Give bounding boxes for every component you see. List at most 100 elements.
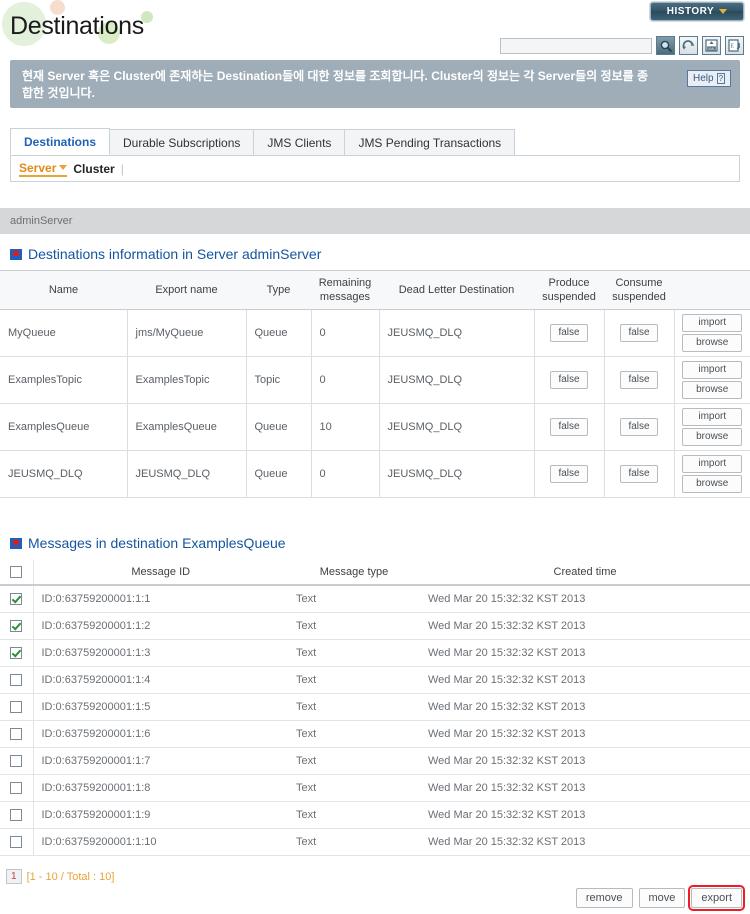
row-checkbox[interactable] — [10, 647, 23, 660]
search-icon[interactable] — [656, 36, 675, 55]
row-select-cell — [0, 774, 34, 802]
destination-dead-letter: JEUSMQ_DLQ — [379, 309, 535, 357]
destinations-column-header: Name — [0, 270, 127, 310]
produce-suspended-toggle[interactable]: false — [550, 371, 588, 389]
row-select-cell — [0, 828, 34, 856]
produce-suspended-toggle[interactable]: false — [550, 418, 588, 436]
help-button[interactable]: Help ? — [687, 70, 731, 87]
row-select-cell — [0, 693, 34, 721]
page-number-1[interactable]: 1 — [6, 869, 22, 884]
row-checkbox[interactable] — [10, 701, 23, 714]
tab-bar-container: Destinations Durable Subscriptions JMS Cli… — [10, 128, 740, 182]
destination-action-buttons: import browse — [675, 455, 750, 493]
excel-export-icon[interactable]: E — [725, 36, 744, 55]
footer-action-bar: remove move export — [575, 885, 745, 911]
browse-button[interactable]: browse — [682, 428, 743, 446]
message-id: ID:0:63759200001:1:2 — [33, 612, 288, 640]
row-checkbox[interactable] — [10, 674, 23, 687]
table-row: ID:0:63759200001:1:8 Text Wed Mar 20 15:32… — [0, 774, 750, 802]
messages-table: Message ID Message type Created time ID:0:… — [0, 560, 750, 856]
move-button[interactable]: move — [638, 888, 686, 908]
destinations-table-body: MyQueue jms/MyQueue Queue 0 JEUSMQ_DLQ false f… — [0, 309, 750, 498]
consume-suspended-toggle[interactable]: false — [620, 418, 658, 436]
destination-name: JEUSMQ_DLQ — [0, 450, 128, 498]
pagination-info: [1 - 10 / Total : 10] — [26, 870, 115, 883]
message-type: Text — [288, 747, 420, 775]
destinations-column-header: Consume suspended — [604, 270, 674, 310]
tab-durable-subscriptions[interactable]: Durable Subscriptions — [109, 129, 255, 155]
table-row: ID:0:63759200001:1:10 Text Wed Mar 20 15:3… — [0, 828, 750, 856]
row-checkbox[interactable] — [10, 593, 23, 606]
message-type: Text — [288, 774, 420, 802]
table-row: ID:0:63759200001:1:4 Text Wed Mar 20 15:32… — [0, 666, 750, 694]
consume-suspended-toggle[interactable]: false — [620, 324, 658, 342]
xml-export-icon[interactable]: XML — [702, 36, 721, 55]
import-button[interactable]: import — [682, 455, 743, 473]
produce-suspended-toggle[interactable]: false — [550, 324, 588, 342]
destinations-table-header-row: Name Export name Type Remaining messages Dea… — [0, 270, 750, 310]
refresh-icon[interactable] — [679, 36, 698, 55]
search-input[interactable] — [500, 37, 652, 54]
message-id: ID:0:63759200001:1:10 — [33, 828, 288, 856]
row-checkbox[interactable] — [10, 782, 23, 795]
tab-jms-pending-transactions[interactable]: JMS Pending Transactions — [344, 129, 516, 155]
message-id: ID:0:63759200001:1:7 — [33, 747, 288, 775]
server-name-label: adminServer — [10, 215, 73, 227]
remove-button[interactable]: remove — [575, 888, 633, 908]
row-select-cell — [0, 720, 34, 748]
table-row: JEUSMQ_DLQ JEUSMQ_DLQ Queue 0 JEUSMQ_DLQ fals… — [0, 450, 750, 498]
row-checkbox[interactable] — [10, 836, 23, 849]
tab-label: JMS Pending Transactions — [358, 135, 502, 150]
consume-suspended-toggle-cell: false — [604, 450, 675, 498]
table-row: ID:0:63759200001:1:1 Text Wed Mar 20 15:32… — [0, 585, 750, 613]
row-checkbox[interactable] — [10, 809, 23, 822]
produce-suspended-toggle-cell: false — [534, 309, 605, 357]
search-toolbar: XML E — [500, 36, 744, 55]
consume-suspended-toggle-cell: false — [604, 356, 675, 404]
tab-label: JMS Clients — [267, 135, 332, 150]
import-button[interactable]: import — [682, 408, 743, 426]
tab-bar: Destinations Durable Subscriptions JMS Cli… — [10, 128, 740, 156]
row-checkbox[interactable] — [10, 728, 23, 741]
tab-destinations[interactable]: Destinations — [10, 128, 111, 155]
subnav-item-server[interactable]: Server — [19, 161, 68, 177]
message-created-time: Wed Mar 20 15:32:32 KST 2013 — [420, 720, 750, 748]
destination-name: ExamplesQueue — [0, 403, 128, 451]
browse-button[interactable]: browse — [682, 475, 743, 493]
browse-button[interactable]: browse — [682, 334, 743, 352]
destination-type: Topic — [246, 356, 312, 404]
message-created-time: Wed Mar 20 15:32:32 KST 2013 — [420, 612, 750, 640]
table-row: MyQueue jms/MyQueue Queue 0 JEUSMQ_DLQ false f… — [0, 309, 750, 357]
produce-suspended-toggle[interactable]: false — [550, 465, 588, 483]
consume-suspended-toggle[interactable]: false — [620, 371, 658, 389]
row-checkbox[interactable] — [10, 755, 23, 768]
message-type: Text — [288, 801, 420, 829]
destination-export-name: ExamplesQueue — [127, 403, 247, 451]
destination-export-name: JEUSMQ_DLQ — [127, 450, 247, 498]
produce-suspended-toggle-cell: false — [534, 403, 605, 451]
destination-remaining-messages: 0 — [311, 356, 380, 404]
destination-actions-cell: import browse — [674, 450, 750, 498]
import-button[interactable]: import — [682, 361, 743, 379]
destination-type: Queue — [246, 450, 312, 498]
subnav-item-cluster[interactable]: Cluster — [73, 162, 114, 176]
messages-column-header: Message type — [288, 560, 420, 586]
tab-jms-clients[interactable]: JMS Clients — [253, 129, 346, 155]
message-created-time: Wed Mar 20 15:32:32 KST 2013 — [420, 666, 750, 694]
destinations-section-title: Destinations information in Server admin… — [28, 246, 322, 262]
destination-actions-cell: import browse — [674, 403, 750, 451]
destinations-section-heading: Destinations information in Server admin… — [10, 246, 321, 262]
consume-suspended-toggle[interactable]: false — [620, 465, 658, 483]
message-created-time: Wed Mar 20 15:32:32 KST 2013 — [420, 801, 750, 829]
table-row: ID:0:63759200001:1:2 Text Wed Mar 20 15:32… — [0, 612, 750, 640]
messages-table-body: ID:0:63759200001:1:1 Text Wed Mar 20 15:32… — [0, 585, 750, 856]
message-created-time: Wed Mar 20 15:32:32 KST 2013 — [420, 693, 750, 721]
import-button[interactable]: import — [682, 314, 743, 332]
browse-button[interactable]: browse — [682, 381, 743, 399]
page-title: Destinations — [10, 12, 144, 40]
export-button[interactable]: export — [688, 885, 745, 911]
message-id: ID:0:63759200001:1:3 — [33, 639, 288, 667]
select-all-checkbox[interactable] — [10, 566, 23, 579]
row-select-cell — [0, 747, 34, 775]
row-checkbox[interactable] — [10, 620, 23, 633]
